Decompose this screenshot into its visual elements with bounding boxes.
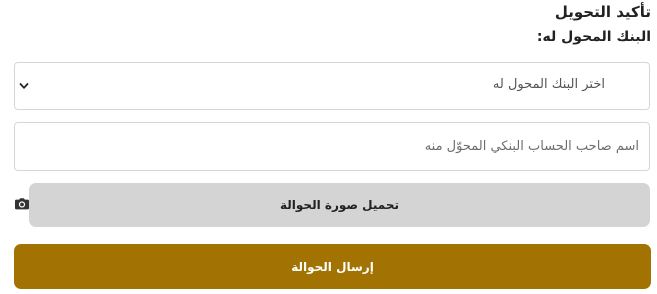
account-holder-name-input[interactable] (14, 122, 650, 171)
send-transfer-button[interactable]: إرسال الحوالة (14, 244, 651, 289)
chevron-down-icon (19, 83, 29, 89)
camera-icon[interactable] (14, 196, 30, 212)
bank-select[interactable]: اختر البنك المحول له (14, 62, 650, 110)
bank-select-value: اختر البنك المحول له (492, 77, 605, 92)
upload-button-label: تحميل صورة الحوالة (280, 198, 399, 212)
page-title: تأكيد التحويل (554, 3, 651, 21)
send-button-label: إرسال الحوالة (291, 259, 374, 274)
bank-field-label: البنك المحول له: (536, 29, 651, 45)
upload-transfer-image-button[interactable]: تحميل صورة الحوالة (29, 183, 650, 227)
